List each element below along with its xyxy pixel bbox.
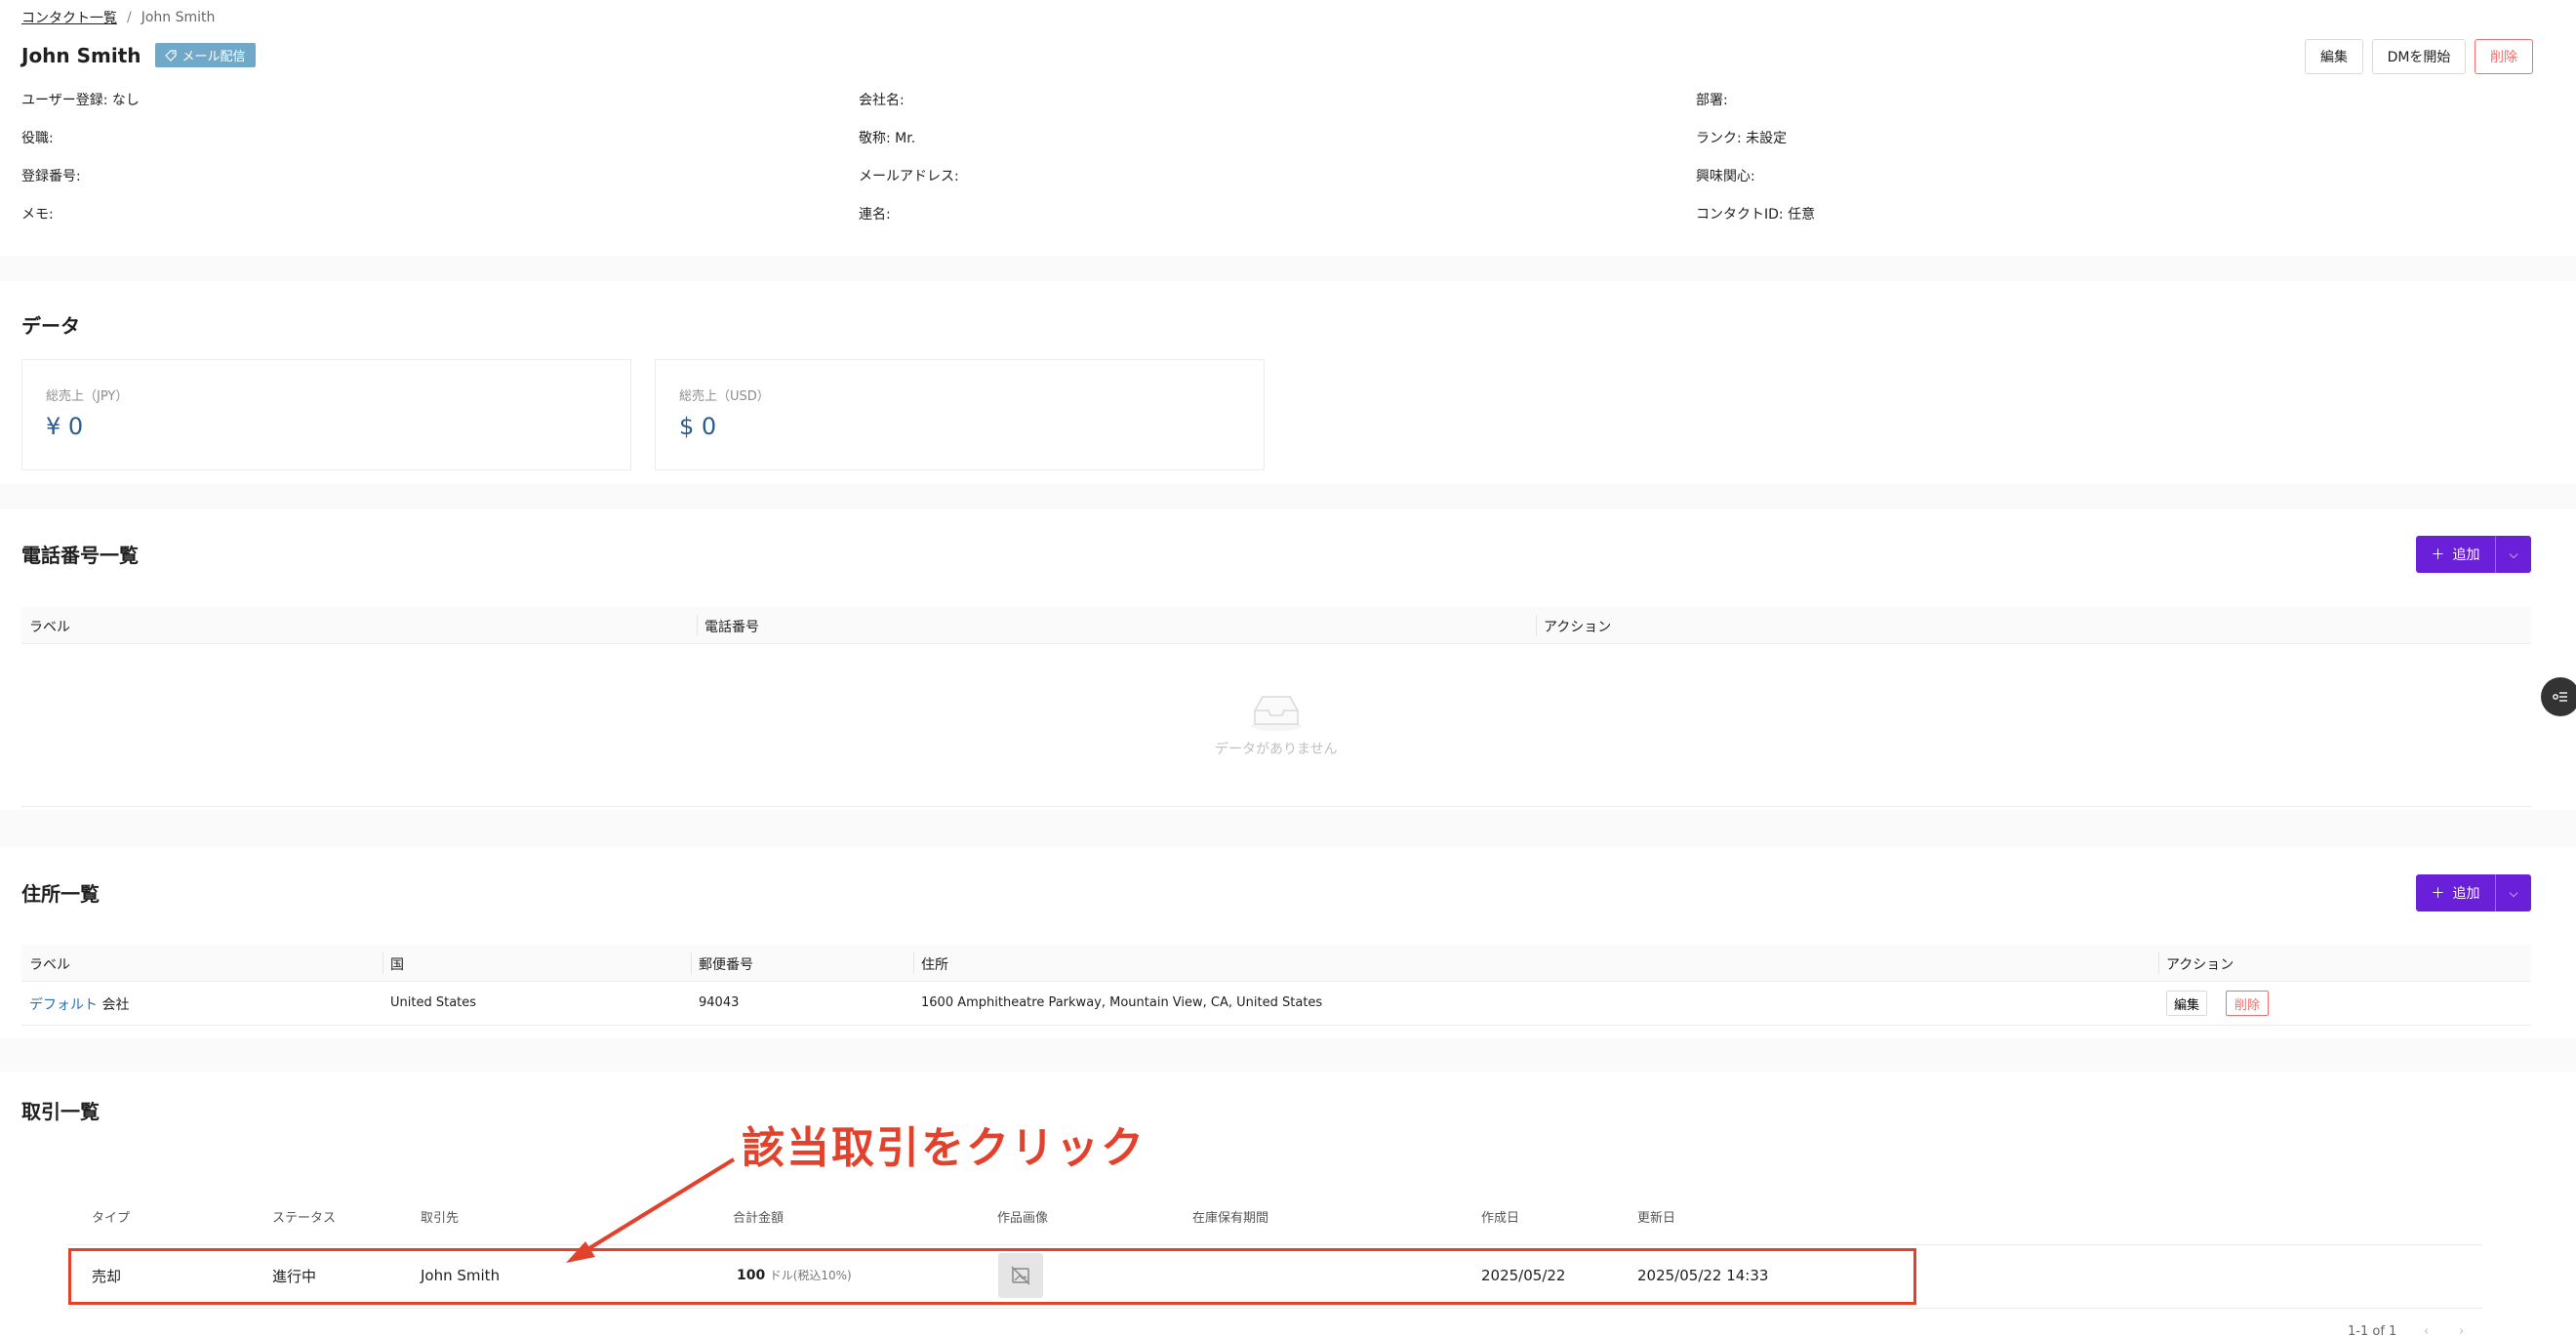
info-contact-id: コンタクトID: 任意 <box>1696 207 1816 223</box>
tag-icon <box>164 49 177 61</box>
breadcrumb-contacts-link[interactable]: コンタクト一覧 <box>21 8 117 27</box>
next-page-icon[interactable]: › <box>2459 1324 2464 1337</box>
plus-icon: ＋ <box>2431 886 2445 902</box>
data-section-title: データ <box>21 314 80 338</box>
table-bottom-line <box>21 1025 2531 1026</box>
column-divider <box>913 952 914 974</box>
phone-add-label: 追加 <box>2452 547 2480 563</box>
title-row: John Smith メール配信 <box>21 43 256 67</box>
deals-col-stock-period: 在庫保有期間 <box>1192 1211 1269 1226</box>
column-divider <box>697 615 698 636</box>
deals-col-created: 作成日 <box>1481 1211 1520 1226</box>
address-country: United States <box>390 995 477 1010</box>
column-divider <box>1536 615 1537 636</box>
delete-button[interactable]: 削除 <box>2475 39 2533 74</box>
addresses-col-address: 住所 <box>921 957 948 973</box>
address-zip: 94043 <box>699 995 740 1010</box>
start-dm-button[interactable]: DMを開始 <box>2372 39 2466 74</box>
addresses-col-zip: 郵便番号 <box>699 957 753 973</box>
table-header-line <box>68 1244 2482 1245</box>
section-divider <box>0 256 2576 281</box>
addresses-col-label: ラベル <box>29 957 70 973</box>
stat-card-jpy: 総売上（JPY） ¥ 0 <box>21 359 631 470</box>
section-divider <box>0 810 2576 847</box>
address-edit-button[interactable]: 編集 <box>2166 991 2207 1016</box>
phones-col-label: ラベル <box>29 620 70 635</box>
edit-button[interactable]: 編集 <box>2305 39 2363 74</box>
phones-empty-text: データがありません <box>1215 742 1338 757</box>
breadcrumb-separator: / <box>127 10 132 25</box>
info-joint-name: 連名: <box>859 207 891 223</box>
breadcrumb: コンタクト一覧 / John Smith <box>21 8 215 27</box>
phone-add-button-group: ＋ 追加 ⌵ <box>2416 536 2531 573</box>
info-email: メールアドレス: <box>859 169 959 184</box>
info-rank: ランク: 未設定 <box>1696 131 1788 146</box>
deals-section-title: 取引一覧 <box>21 1100 100 1123</box>
column-divider <box>691 952 692 974</box>
deals-col-partner: 取引先 <box>421 1211 460 1226</box>
settings-list-icon <box>2553 692 2567 702</box>
section-divider <box>0 1038 2576 1072</box>
stat-value-usd: $ 0 <box>679 413 717 440</box>
phone-add-dropdown[interactable]: ⌵ <box>2496 536 2531 573</box>
plus-icon: ＋ <box>2431 547 2445 563</box>
annotation-highlight-box <box>68 1248 1916 1305</box>
column-divider <box>382 952 383 974</box>
deals-col-type: タイプ <box>92 1211 131 1226</box>
side-floating-widget[interactable] <box>2541 677 2576 716</box>
info-position: 役職: <box>21 131 54 146</box>
phones-col-number: 電話番号 <box>704 620 759 635</box>
breadcrumb-current: John Smith <box>141 10 216 25</box>
empty-inbox-icon <box>1251 696 1302 731</box>
info-department: 部署: <box>1696 93 1728 108</box>
section-divider <box>0 484 2576 509</box>
stat-card-usd: 総売上（USD） $ 0 <box>655 359 1265 470</box>
addresses-table-header: ラベル 国 郵便番号 住所 アクション <box>21 945 2531 982</box>
phones-table-header: ラベル 電話番号 アクション <box>21 607 2531 644</box>
stat-label-usd: 総売上（USD） <box>679 389 770 404</box>
address-add-button-group: ＋ 追加 ⌵ <box>2416 874 2531 912</box>
info-memo: メモ: <box>21 207 54 223</box>
mail-badge-label: メール配信 <box>181 50 246 64</box>
address-full: 1600 Amphitheatre Parkway, Mountain View… <box>921 995 1323 1010</box>
address-add-label: 追加 <box>2452 886 2480 902</box>
mail-badge: メール配信 <box>154 43 256 67</box>
phones-col-action: アクション <box>1544 620 1612 635</box>
deals-col-updated: 更新日 <box>1637 1211 1676 1226</box>
chevron-down-icon: ⌵ <box>2509 885 2518 900</box>
deals-pager-text: 1-1 of 1 <box>2348 1324 2397 1337</box>
address-add-button[interactable]: ＋ 追加 <box>2416 874 2496 912</box>
phone-add-button[interactable]: ＋ 追加 <box>2416 536 2496 573</box>
annotation-text: 該当取引をクリック <box>742 1123 1146 1173</box>
address-label: デフォルト 会社 <box>29 994 129 1014</box>
addresses-section-title: 住所一覧 <box>21 882 100 906</box>
phones-section-title: 電話番号一覧 <box>21 544 139 567</box>
table-bottom-line <box>21 806 2531 807</box>
info-honorific: 敬称: Mr. <box>859 131 916 146</box>
addresses-col-action: アクション <box>2166 957 2234 973</box>
column-divider <box>2158 952 2159 974</box>
deals-col-status: ステータス <box>272 1211 337 1226</box>
info-interests: 興味関心: <box>1696 169 1755 184</box>
stat-label-jpy: 総売上（JPY） <box>46 389 129 404</box>
chevron-down-icon: ⌵ <box>2509 547 2518 561</box>
info-registration-number: 登録番号: <box>21 169 81 184</box>
stat-value-jpy: ¥ 0 <box>46 413 84 440</box>
info-company: 会社名: <box>859 93 905 108</box>
prev-page-icon[interactable]: ‹ <box>2424 1324 2429 1337</box>
addresses-col-country: 国 <box>390 957 404 973</box>
address-add-dropdown[interactable]: ⌵ <box>2496 874 2531 912</box>
address-delete-button[interactable]: 削除 <box>2226 991 2269 1016</box>
info-user-registration: ユーザー登録: なし <box>21 93 140 108</box>
address-label-link[interactable]: デフォルト <box>29 997 98 1013</box>
table-bottom-line <box>68 1308 2482 1309</box>
deals-col-image: 作品画像 <box>997 1211 1049 1226</box>
page-title: John Smith <box>21 43 141 67</box>
address-label-text: 会社 <box>101 997 130 1013</box>
